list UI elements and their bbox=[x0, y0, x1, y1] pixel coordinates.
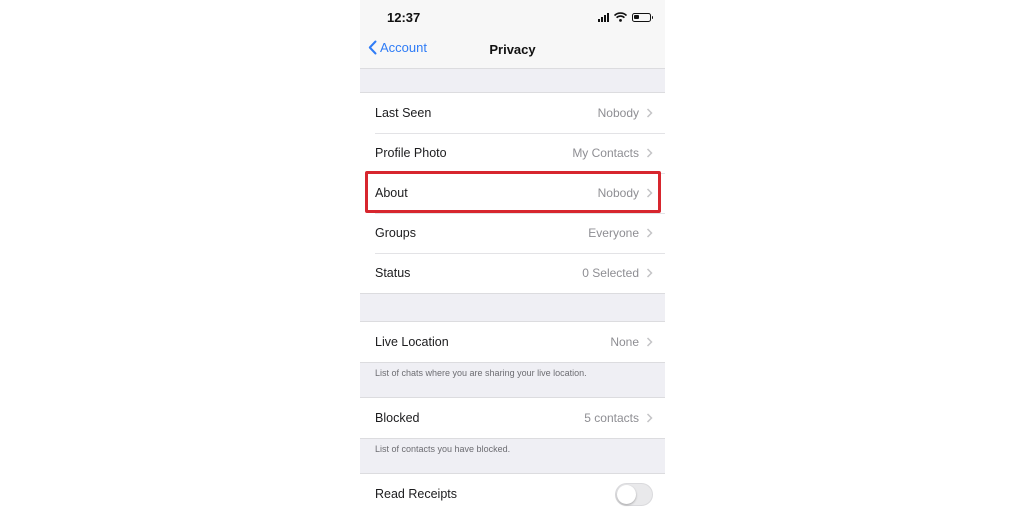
live-location-footnote: List of chats where you are sharing your… bbox=[375, 368, 587, 378]
row-label: Last Seen bbox=[375, 106, 432, 120]
chevron-right-icon bbox=[646, 337, 653, 347]
profile-photo-row[interactable]: Profile Photo My Contacts bbox=[360, 133, 665, 173]
row-value: Everyone bbox=[588, 226, 639, 240]
status-bar: 12:37 bbox=[360, 0, 665, 30]
navigation-bar: Account Privacy bbox=[360, 30, 665, 69]
battery-icon bbox=[632, 12, 653, 22]
read-receipts-row: Read Receipts bbox=[360, 474, 665, 512]
highlight-box bbox=[365, 171, 661, 213]
wifi-icon bbox=[614, 12, 627, 22]
groups-row[interactable]: Groups Everyone bbox=[360, 213, 665, 253]
page-title: Privacy bbox=[489, 42, 536, 57]
read-receipts-group: Read Receipts bbox=[360, 473, 665, 512]
row-value: Nobody bbox=[597, 106, 639, 120]
toggle-knob bbox=[617, 484, 636, 504]
row-label: Groups bbox=[375, 226, 416, 240]
chevron-right-icon bbox=[646, 268, 653, 278]
blocked-footnote: List of contacts you have blocked. bbox=[375, 444, 511, 454]
row-value: None bbox=[610, 335, 639, 349]
status-icons bbox=[598, 11, 653, 23]
row-label: Live Location bbox=[375, 335, 449, 349]
live-location-row[interactable]: Live Location None bbox=[360, 322, 665, 362]
row-label: Status bbox=[375, 266, 411, 280]
row-value: 0 Selected bbox=[582, 266, 639, 280]
row-label: Read Receipts bbox=[375, 487, 457, 501]
read-receipts-toggle[interactable] bbox=[615, 482, 653, 506]
chevron-right-icon bbox=[646, 413, 653, 423]
blocked-row[interactable]: Blocked 5 contacts bbox=[360, 398, 665, 438]
row-value: 5 contacts bbox=[584, 411, 639, 425]
status-time: 12:37 bbox=[387, 10, 421, 25]
row-value: My Contacts bbox=[572, 146, 639, 160]
status-row[interactable]: Status 0 Selected bbox=[360, 253, 665, 293]
live-location-group: Live Location None bbox=[360, 321, 665, 363]
signal-icon bbox=[598, 12, 609, 22]
phone-screen: 12:37 Account Privacy Last Seen Nobody P… bbox=[360, 0, 665, 512]
chevron-right-icon bbox=[646, 148, 653, 158]
chevron-right-icon bbox=[646, 228, 653, 238]
last-seen-row[interactable]: Last Seen Nobody bbox=[360, 93, 665, 133]
row-label: Profile Photo bbox=[375, 146, 447, 160]
blocked-group: Blocked 5 contacts bbox=[360, 397, 665, 439]
row-label: Blocked bbox=[375, 411, 420, 425]
chevron-right-icon bbox=[646, 108, 653, 118]
